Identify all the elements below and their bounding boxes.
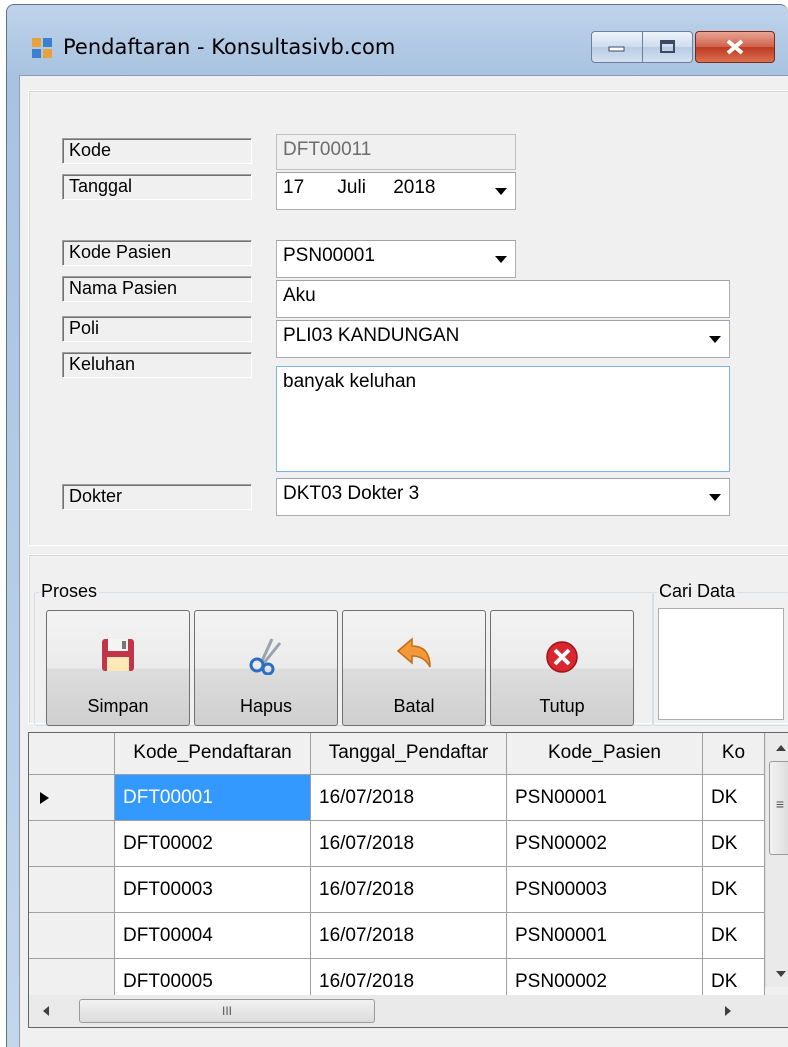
poli-value: PLI03 KANDUNGAN [283,325,460,346]
table-cell[interactable]: PSN00002 [507,821,703,867]
maximize-button[interactable] [643,31,693,63]
table-cell[interactable]: DFT00003 [115,867,311,913]
title-bar[interactable]: Pendaftaran - Konsultasivb.com [7,5,788,77]
dokter-dropdown[interactable]: DKT03 Dokter 3 [276,478,730,516]
scroll-down-icon[interactable] [767,963,788,985]
table-cell[interactable]: DK [703,867,765,913]
dokter-value: DKT03 Dokter 3 [283,483,420,504]
nama-pasien-label: Nama Pasien [62,276,252,302]
table-cell[interactable]: PSN00001 [507,913,703,959]
simpan-button[interactable]: Simpan [46,610,190,726]
hapus-label: Hapus [239,696,293,716]
grid-header-row: Kode_Pendaftaran Tanggal_Pendaftar Kode_… [29,733,788,779]
minimize-icon [608,46,625,52]
column-header[interactable]: Kode_Pasien [507,733,703,775]
poli-label: Poli [62,316,252,342]
simpan-label: Simpan [87,696,149,716]
kode-pasien-label: Kode Pasien [62,240,252,266]
table-cell[interactable]: 16/07/2018 [311,913,507,959]
table-cell[interactable]: 16/07/2018 [311,867,507,913]
row-header[interactable] [29,867,115,913]
close-button[interactable] [695,31,775,63]
kode-pasien-value: PSN00001 [283,245,375,266]
table-row[interactable]: DFT00001 16/07/2018 PSN00001 DK [29,775,788,821]
cari-data-title: Cari Data [657,581,738,602]
nama-pasien-field[interactable]: Aku [276,280,730,318]
poli-dropdown[interactable]: PLI03 KANDUNGAN [276,320,730,358]
kode-label: Kode [62,138,252,164]
hapus-button[interactable]: Hapus [194,610,338,726]
app-window: Pendaftaran - Konsultasivb.com Kode Tang… [6,4,788,1047]
cari-data-input[interactable] [658,608,784,720]
table-cell[interactable]: PSN00003 [507,867,703,913]
scroll-thumb-grip: ≡ [775,796,785,812]
minimize-button[interactable] [591,31,643,63]
batal-label: Batal [393,696,435,716]
maximize-icon [659,40,675,53]
tanggal-label: Tanggal [62,174,252,200]
column-header[interactable]: Tanggal_Pendaftar [311,733,507,775]
row-header[interactable] [29,913,115,959]
keluhan-textarea[interactable]: banyak keluhan [276,366,730,472]
column-header[interactable]: Ko [703,733,765,775]
tanggal-year[interactable]: 2018 [393,177,435,198]
tanggal-date-picker[interactable]: 17 Juli 2018 [276,172,516,210]
horizontal-scrollbar[interactable]: III [29,995,788,1027]
app-icon [32,38,52,58]
chevron-down-icon[interactable] [495,188,507,195]
table-cell[interactable]: DFT00001 [115,775,311,821]
close-icon [726,39,744,55]
scissors-icon [249,638,282,675]
row-header[interactable] [29,775,115,821]
scroll-right-icon[interactable] [717,997,739,1025]
scroll-thumb-grip: III [221,1004,232,1018]
proses-group-title: Proses [39,581,100,602]
vertical-scroll-thumb[interactable]: ≡ [769,761,788,855]
kode-field: DFT00011 [276,134,516,170]
form-client-area: Kode Tanggal Kode Pasien Nama Pasien Pol… [19,75,788,1047]
current-row-arrow-icon [40,792,49,804]
close-circle-icon [546,641,578,673]
column-header[interactable]: Kode_Pendaftaran [115,733,311,775]
data-grid[interactable]: Kode_Pendaftaran Tanggal_Pendaftar Kode_… [28,732,788,1028]
table-cell[interactable]: 16/07/2018 [311,821,507,867]
tanggal-day[interactable]: 17 [283,177,304,198]
dokter-label: Dokter [62,484,252,510]
chevron-down-icon[interactable] [709,336,721,343]
row-header[interactable] [29,821,115,867]
table-cell[interactable]: DFT00002 [115,821,311,867]
scroll-left-icon[interactable] [35,997,57,1025]
table-cell[interactable]: DK [703,821,765,867]
tutup-button[interactable]: Tutup [490,610,634,726]
kode-pasien-dropdown[interactable]: PSN00001 [276,240,516,278]
batal-button[interactable]: Batal [342,610,486,726]
table-cell[interactable]: DFT00004 [115,913,311,959]
save-icon [102,639,134,671]
horizontal-scroll-thumb[interactable]: III [79,999,375,1023]
table-row[interactable]: DFT00002 16/07/2018 PSN00002 DK [29,821,788,867]
table-row[interactable]: DFT00004 16/07/2018 PSN00001 DK [29,913,788,959]
chevron-down-icon[interactable] [709,494,721,501]
tutup-label: Tutup [539,696,585,716]
chevron-down-icon[interactable] [495,256,507,263]
vertical-scrollbar[interactable]: ≡ [765,733,788,987]
undo-arrow-icon [396,637,431,668]
window-title: Pendaftaran - Konsultasivb.com [63,35,396,59]
table-cell[interactable]: 16/07/2018 [311,775,507,821]
table-row[interactable]: DFT00003 16/07/2018 PSN00003 DK [29,867,788,913]
grid-corner-header[interactable] [29,733,115,775]
scroll-up-icon[interactable] [767,737,788,759]
keluhan-label: Keluhan [62,352,252,378]
table-cell[interactable]: DK [703,775,765,821]
table-cell[interactable]: DK [703,913,765,959]
table-cell[interactable]: PSN00001 [507,775,703,821]
tanggal-month[interactable]: Juli [337,177,366,198]
